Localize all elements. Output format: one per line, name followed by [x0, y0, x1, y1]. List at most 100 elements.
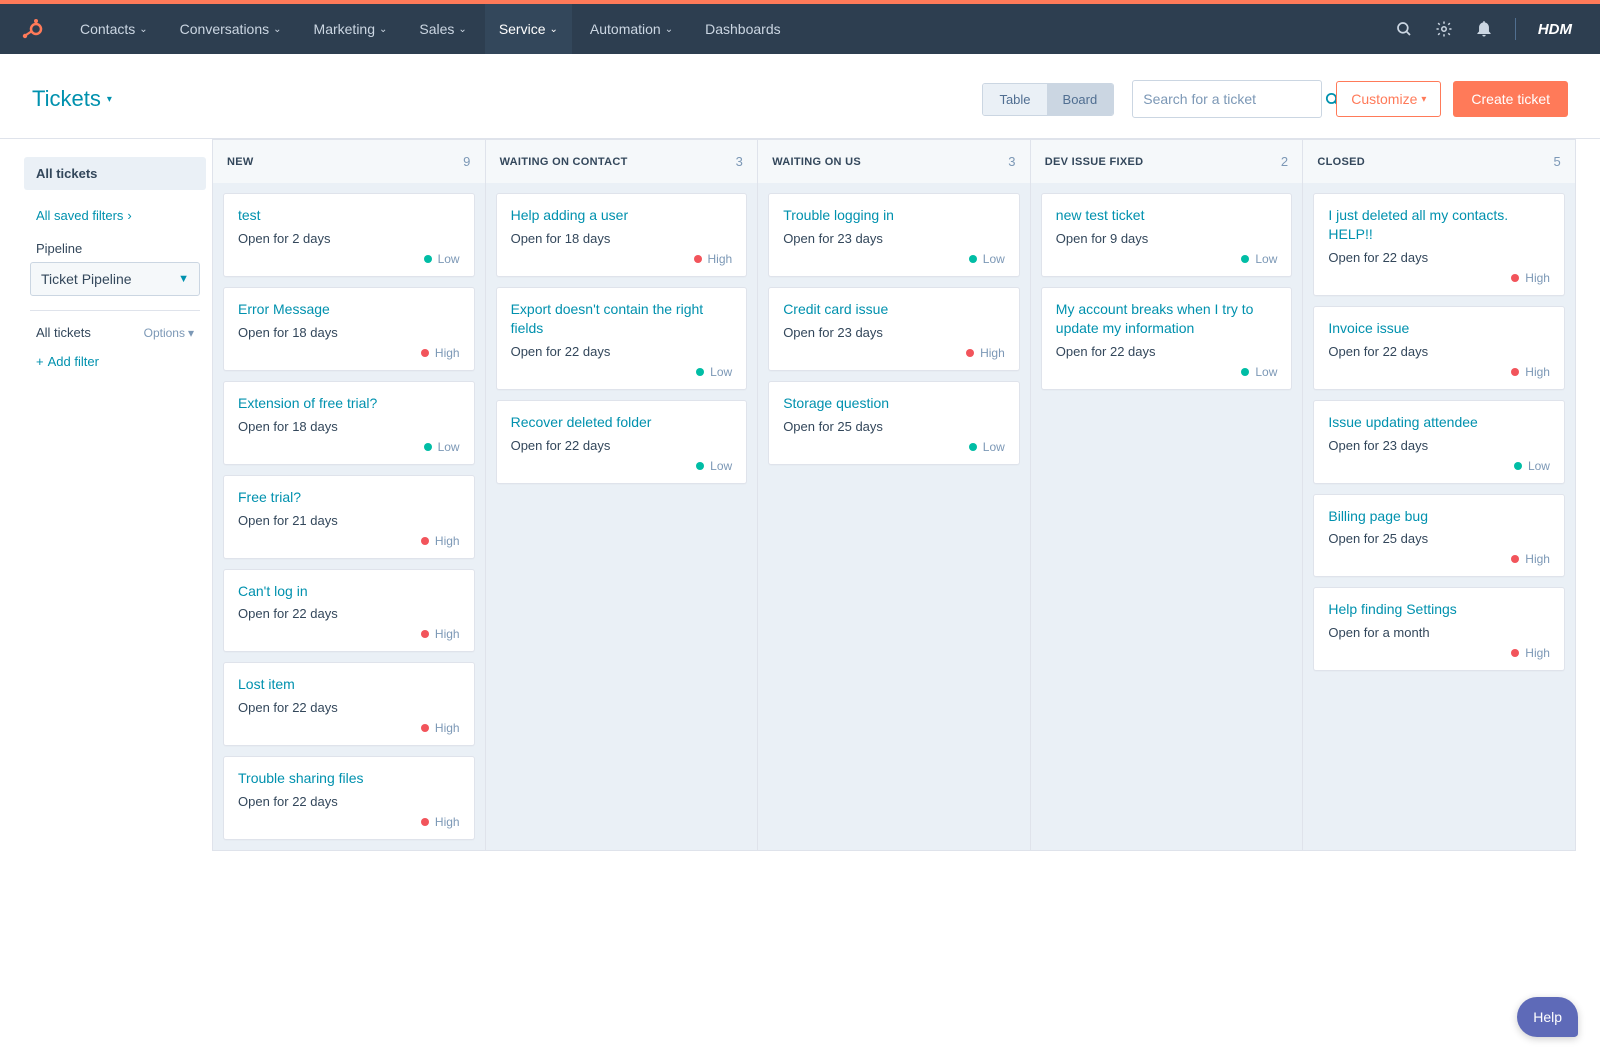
ticket-card[interactable]: new test ticketOpen for 9 daysLow [1041, 193, 1293, 277]
priority-label: High [1525, 365, 1550, 379]
nav-item-conversations[interactable]: Conversations⌄ [166, 4, 296, 54]
view-toggle: Table Board [982, 83, 1114, 116]
priority-dot-icon [421, 724, 429, 732]
ticket-title: Billing page bug [1328, 507, 1550, 526]
view-board-button[interactable]: Board [1047, 84, 1114, 115]
ticket-footer: Low [1056, 365, 1278, 379]
ticket-footer: High [1328, 552, 1550, 566]
priority-dot-icon [1511, 649, 1519, 657]
ticket-card[interactable]: Extension of free trial? Open for 18 days… [223, 381, 475, 465]
ticket-card[interactable]: Export doesn't contain the right fieldsO… [496, 287, 748, 390]
nav-item-label: Dashboards [705, 21, 781, 37]
ticket-card[interactable]: Issue updating attendeeOpen for 23 daysL… [1313, 400, 1565, 484]
nav-item-contacts[interactable]: Contacts⌄ [66, 4, 162, 54]
ticket-card[interactable]: Error MessageOpen for 18 daysHigh [223, 287, 475, 371]
ticket-card[interactable]: Credit card issueOpen for 23 daysHigh [768, 287, 1020, 371]
help-fab[interactable]: Help [1517, 997, 1578, 1037]
priority-label: High [435, 627, 460, 641]
ticket-title: Export doesn't contain the right fields [511, 300, 733, 338]
priority-dot-icon [1241, 368, 1249, 376]
ticket-card[interactable]: Trouble logging inOpen for 23 daysLow [768, 193, 1020, 277]
nav-item-marketing[interactable]: Marketing⌄ [300, 4, 402, 54]
ticket-footer: High [238, 721, 460, 735]
ticket-footer: High [1328, 271, 1550, 285]
ticket-card[interactable]: Billing page bug Open for 25 days High [1313, 494, 1565, 578]
ticket-title: Credit card issue [783, 300, 1005, 319]
sidebar-saved-filters-link[interactable]: All saved filters › [24, 204, 206, 227]
ticket-title: Trouble sharing files [238, 769, 460, 788]
gear-icon[interactable] [1435, 20, 1453, 38]
search-icon[interactable] [1395, 20, 1413, 38]
create-ticket-button[interactable]: Create ticket [1453, 81, 1568, 117]
priority-label: Low [710, 459, 732, 473]
ticket-footer: High [238, 346, 460, 360]
ticket-open-duration: Open for 22 days [511, 438, 733, 453]
ticket-card[interactable]: Help adding a userOpen for 18 daysHigh [496, 193, 748, 277]
priority-label: High [435, 534, 460, 548]
search-box[interactable] [1132, 80, 1322, 118]
nav-item-dashboards[interactable]: Dashboards [691, 4, 795, 54]
account-label[interactable]: HDM [1538, 21, 1582, 38]
ticket-footer: High [783, 346, 1005, 360]
column-body: Trouble logging inOpen for 23 daysLow Cre… [758, 183, 1030, 850]
main-area: All tickets All saved filters › Pipeline… [0, 139, 1600, 851]
ticket-title: Extension of free trial? [238, 394, 460, 413]
page-title-dropdown[interactable]: Tickets ▾ [32, 86, 112, 112]
board-column: WAITING ON CONTACT3Help adding a userOpe… [486, 139, 759, 851]
priority-dot-icon [969, 255, 977, 263]
priority-label: Low [1528, 459, 1550, 473]
priority-label: Low [1255, 252, 1277, 266]
sidebar-all-tickets-pill[interactable]: All tickets [24, 157, 206, 190]
ticket-open-duration: Open for 22 days [238, 700, 460, 715]
ticket-footer: Low [511, 459, 733, 473]
column-count: 3 [736, 154, 744, 169]
ticket-card[interactable]: Lost itemOpen for 22 daysHigh [223, 662, 475, 746]
add-filter-link[interactable]: + Add filter [24, 354, 206, 369]
ticket-card[interactable]: Trouble sharing filesOpen for 22 daysHig… [223, 756, 475, 840]
column-header: WAITING ON US3 [758, 140, 1030, 183]
column-body: I just deleted all my contacts. HELP!!Op… [1303, 183, 1575, 850]
ticket-open-duration: Open for 18 days [238, 419, 460, 434]
column-name: NEW [227, 156, 254, 168]
ticket-card[interactable]: Recover deleted folder Open for 22 days Lo… [496, 400, 748, 484]
all-tickets-row-label: All tickets [36, 325, 91, 340]
ticket-footer: High [238, 534, 460, 548]
ticket-title: Recover deleted folder [511, 413, 733, 432]
priority-dot-icon [424, 443, 432, 451]
search-input[interactable] [1143, 91, 1324, 107]
ticket-card[interactable]: testOpen for 2 daysLow [223, 193, 475, 277]
ticket-title: Trouble logging in [783, 206, 1005, 225]
ticket-footer: Low [238, 440, 460, 454]
ticket-card[interactable]: My account breaks when I try to update m… [1041, 287, 1293, 390]
bell-icon[interactable] [1475, 20, 1493, 38]
priority-label: High [1525, 271, 1550, 285]
nav-item-automation[interactable]: Automation⌄ [576, 4, 687, 54]
board-column: NEW9testOpen for 2 daysLowError MessageO… [212, 139, 486, 851]
priority-label: Low [438, 252, 460, 266]
priority-dot-icon [696, 368, 704, 376]
pipeline-select[interactable]: Ticket Pipeline ▼ [30, 262, 200, 296]
priority-dot-icon [1241, 255, 1249, 263]
ticket-card[interactable]: Storage questionOpen for 25 daysLow [768, 381, 1020, 465]
ticket-card[interactable]: Can't log inOpen for 22 daysHigh [223, 569, 475, 653]
sidebar-filter-row: All tickets Options ▾ [24, 325, 206, 340]
priority-dot-icon [421, 630, 429, 638]
ticket-card[interactable]: I just deleted all my contacts. HELP!!Op… [1313, 193, 1565, 296]
view-table-button[interactable]: Table [983, 84, 1046, 115]
column-count: 3 [1008, 154, 1016, 169]
priority-label: High [1525, 552, 1550, 566]
ticket-card[interactable]: Help finding SettingsOpen for a monthHig… [1313, 587, 1565, 671]
options-dropdown[interactable]: Options ▾ [144, 326, 194, 340]
ticket-card[interactable]: Invoice issueOpen for 22 daysHigh [1313, 306, 1565, 390]
ticket-open-duration: Open for 25 days [1328, 531, 1550, 546]
nav-item-sales[interactable]: Sales⌄ [405, 4, 480, 54]
customize-button[interactable]: Customize ▾ [1336, 81, 1441, 117]
board-column: DEV ISSUE FIXED2new test ticketOpen for … [1031, 139, 1304, 851]
ticket-card[interactable]: Free trial?Open for 21 daysHigh [223, 475, 475, 559]
nav-item-service[interactable]: Service⌄ [485, 4, 572, 54]
hubspot-logo[interactable] [18, 15, 46, 43]
ticket-footer: Low [783, 440, 1005, 454]
priority-dot-icon [424, 255, 432, 263]
priority-label: High [1525, 646, 1550, 660]
ticket-title: Help adding a user [511, 206, 733, 225]
